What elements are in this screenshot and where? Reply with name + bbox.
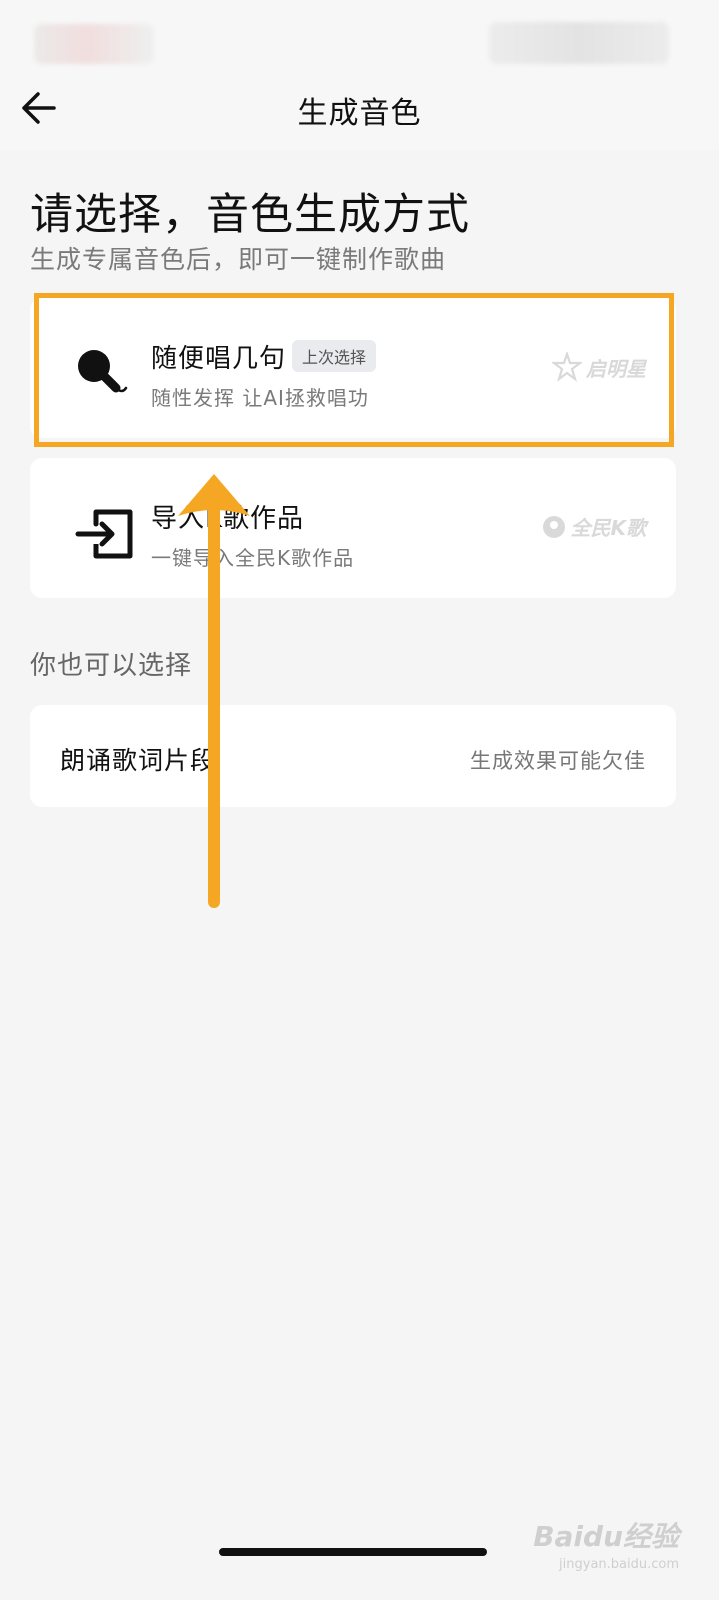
- card-subtitle: 随性发挥 让AI拯救唱功: [151, 386, 369, 410]
- brand-name: 启明星: [586, 356, 646, 381]
- watermark: Baidu经验 jingyan.baidu.com: [533, 1515, 679, 1572]
- option-title: 朗诵歌词片段: [60, 746, 217, 775]
- brand-logo: 启明星: [552, 352, 646, 382]
- option-note: 生成效果可能欠佳: [470, 749, 646, 773]
- home-indicator: [219, 1548, 487, 1556]
- star-icon: [552, 352, 582, 382]
- import-icon: [74, 506, 133, 559]
- watermark-main: Baidu经验: [533, 1520, 679, 1553]
- watermark-sub: jingyan.baidu.com: [559, 1557, 679, 1572]
- card-title: 导入K歌作品: [151, 504, 305, 534]
- status-bar: [0, 0, 719, 78]
- status-right-blurred: [489, 22, 669, 64]
- kge-logo-icon: [542, 515, 565, 538]
- section-label: 你也可以选择: [30, 651, 193, 681]
- brand-logo: 全民K歌: [541, 512, 647, 541]
- card-title: 随便唱几句: [151, 344, 287, 374]
- card-subtitle: 一键导入全民K歌作品: [151, 546, 355, 570]
- page-title: 生成音色: [297, 96, 422, 131]
- page-heading: 请选择，音色生成方式: [30, 190, 470, 240]
- microphone-icon: [74, 346, 132, 398]
- last-choice-badge: 上次选择: [292, 340, 377, 372]
- option-recite-lyrics[interactable]: 朗诵歌词片段 生成效果可能欠佳: [30, 705, 676, 807]
- nav-bar: 生成音色: [0, 78, 719, 150]
- brand-name: 全民K歌: [570, 516, 647, 540]
- status-left-blurred: [34, 24, 154, 64]
- option-card-import[interactable]: 导入K歌作品 一键导入全民K歌作品 全民K歌: [30, 458, 676, 598]
- page-subheading: 生成专属音色后，即可一键制作歌曲: [30, 245, 447, 274]
- option-card-sing[interactable]: 随便唱几句 上次选择 随性发挥 让AI拯救唱功 启明星: [30, 298, 676, 438]
